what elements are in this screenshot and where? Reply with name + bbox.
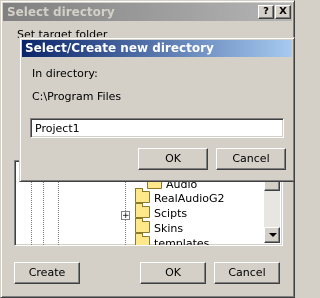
folder-icon (135, 218, 150, 233)
dialog-title-bar[interactable]: Select/Create new directory (22, 40, 292, 57)
create-button[interactable]: Create (14, 262, 80, 284)
dialog-title: Select/Create new directory (25, 41, 214, 55)
tree-item-label: Skins (154, 222, 184, 235)
help-button[interactable]: ? (258, 5, 274, 19)
folder-icon (135, 188, 150, 203)
cancel-button-label: Cancel (228, 266, 266, 279)
tree-item-label: RealAudioG2 (154, 192, 225, 205)
outer-ok-button[interactable]: OK (140, 262, 206, 284)
tree-item-label: Scipts (154, 207, 188, 220)
in-directory-label: In directory: (32, 67, 98, 80)
outer-title-bar[interactable]: Select directory ? X (3, 3, 292, 21)
close-button[interactable]: X (275, 5, 291, 19)
cancel-button-label: Cancel (232, 152, 270, 165)
scroll-down-button[interactable] (264, 227, 280, 243)
dialog-cancel-button[interactable]: Cancel (216, 148, 286, 170)
outer-title: Select directory (7, 5, 115, 19)
create-directory-dialog: Select/Create new directory In directory… (19, 37, 295, 182)
ok-button-label: OK (165, 266, 181, 279)
directory-name-input[interactable] (30, 118, 284, 138)
folder-icon (135, 203, 150, 218)
outer-cancel-button[interactable]: Cancel (214, 262, 280, 284)
ok-button-label: OK (165, 152, 181, 165)
folder-icon (135, 233, 150, 245)
close-icon: X (279, 6, 287, 17)
dialog-ok-button[interactable]: OK (138, 148, 208, 170)
tree-item-label: templates (154, 237, 210, 246)
tree-item-realaudiog2[interactable]: RealAudioG2 (135, 188, 225, 207)
directory-path: C:\Program Files (32, 90, 122, 103)
chevron-down-icon (269, 233, 277, 237)
tree-item-templates[interactable]: templates (135, 233, 210, 246)
help-icon: ? (263, 6, 269, 17)
create-button-label: Create (28, 266, 66, 279)
expand-icon[interactable]: + (121, 211, 130, 221)
